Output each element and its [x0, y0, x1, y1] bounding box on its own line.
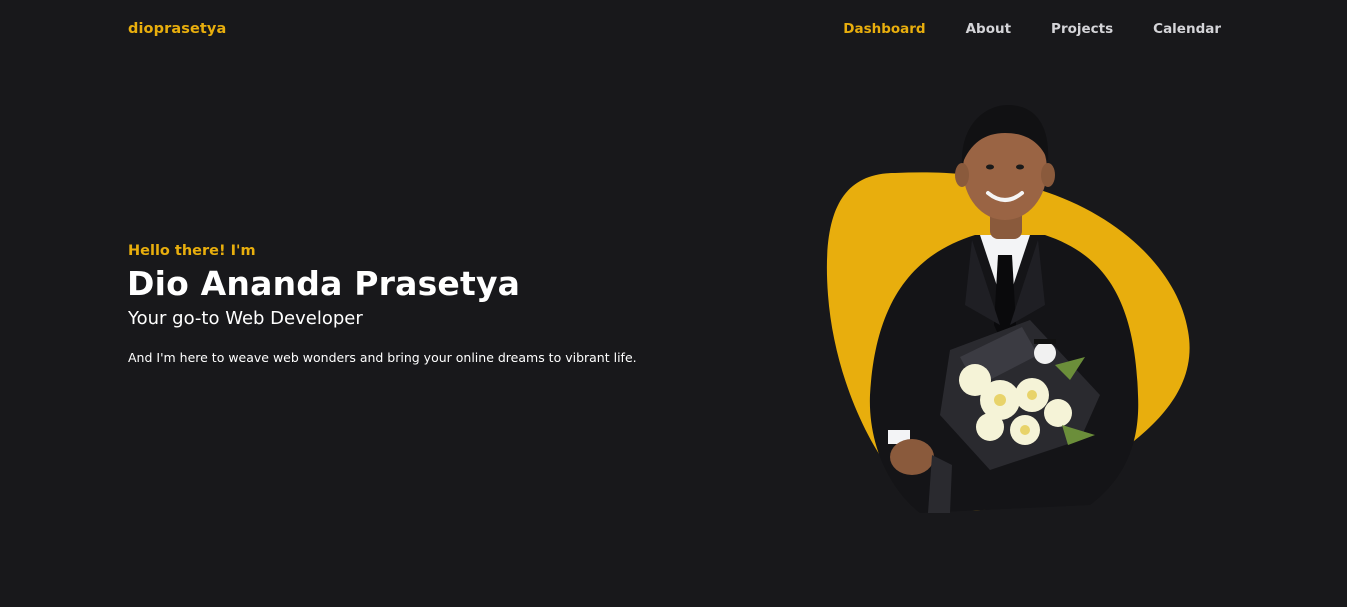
brand-logo-link[interactable]: dioprasetya [128, 21, 226, 37]
page: dioprasetya Dashboard About Projects Cal… [0, 0, 1347, 607]
hero-role: Your go-to Web Developer [128, 308, 363, 329]
hero-description: And I'm here to weave web wonders and br… [128, 350, 637, 365]
nav-link-calendar[interactable]: Calendar [1153, 21, 1221, 37]
nav-link-about[interactable]: About [966, 21, 1011, 37]
hero-name: Dio Ananda Prasetya [127, 264, 521, 303]
hero-greeting: Hello there! I'm [128, 243, 256, 259]
nav-link-projects[interactable]: Projects [1051, 21, 1113, 37]
main-nav: Dashboard About Projects Calendar [843, 21, 1221, 37]
nav-link-dashboard[interactable]: Dashboard [843, 21, 925, 37]
portrait-with-bouquet-icon [826, 105, 1190, 513]
